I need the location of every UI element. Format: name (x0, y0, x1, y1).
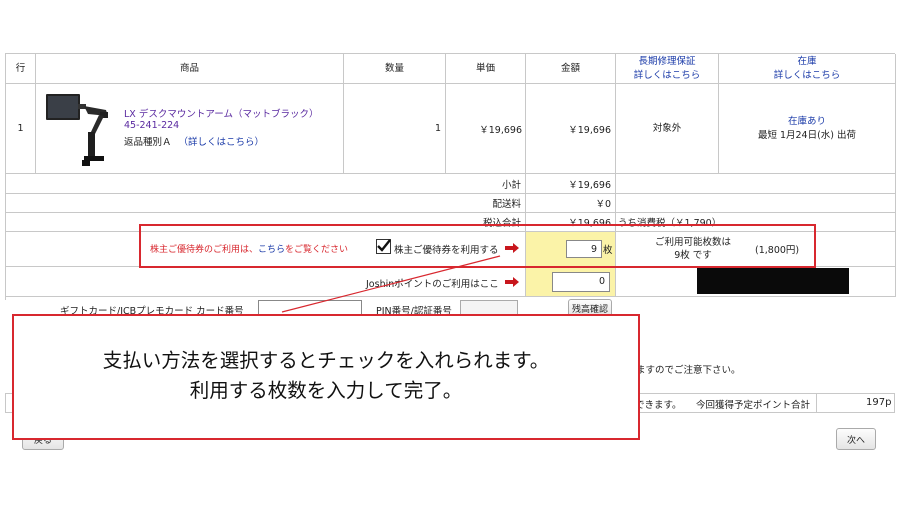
points-note: できます。 (635, 400, 682, 411)
item-product-cell: LX デスクマウントアーム（マットブラック） 45-241-224 返品種別Ａ … (36, 84, 344, 174)
header-amount: 金額 (526, 54, 616, 84)
stock-details-link[interactable]: 詳しくはこちら (774, 69, 841, 83)
stock-title-link[interactable]: 在庫 (797, 55, 816, 69)
points-total-divider (816, 393, 817, 413)
warranty-details-link[interactable]: 詳しくはこちら (634, 69, 701, 83)
header-warranty: 長期修理保証 詳しくはこちら (616, 54, 719, 84)
next-button[interactable]: 次へ (836, 428, 876, 450)
header-product: 商品 (36, 54, 344, 84)
annotation-line2: 利用する枚数を入力して完了。 (189, 379, 463, 402)
points-total-label: 今回獲得予定ポイント合計 (696, 400, 811, 411)
header-row-number: 行 (6, 54, 36, 84)
item-amount: ￥19,696 (526, 84, 616, 174)
shipping-label-cell: 配送料 (6, 194, 526, 213)
header-unit-price: 単価 (446, 54, 526, 84)
item-unit-price: ￥19,696 (446, 84, 526, 174)
header-qty: 数量 (344, 54, 446, 84)
product-image[interactable] (44, 88, 114, 168)
product-name-link[interactable]: LX デスクマウントアーム（マットブラック） (124, 106, 318, 120)
return-details-link[interactable]: （詳しくはこちら） (179, 137, 265, 148)
item-warranty: 対象外 (616, 84, 719, 174)
shipping-value: ￥0 (526, 194, 616, 213)
item-row-number: 1 (6, 84, 36, 174)
warranty-title-link[interactable]: 長期修理保証 (638, 55, 695, 69)
header-stock: 在庫 詳しくはこちら (719, 54, 896, 84)
annotation-line1: 支払い方法を選択するとチェックを入れられます。 (102, 349, 550, 372)
delivery-date: 最短 1月24日(水) 出荷 (757, 129, 857, 141)
stock-status-link[interactable]: 在庫あり (788, 115, 826, 129)
caution-note: ますのでご注意下さい。 (636, 365, 741, 376)
points-input[interactable]: 0 (552, 272, 610, 292)
points-total-value: 197p (866, 397, 892, 408)
shipping-empty (616, 194, 896, 213)
subtotal-label-cell: 小計 (6, 174, 526, 194)
annotation-callout: 支払い方法を選択するとチェックを入れられます。 利用する枚数を入力して完了。 (12, 314, 640, 440)
return-type: 返品種別Ａ （詳しくはこちら） (124, 137, 265, 148)
item-stock: 在庫あり 最短 1月24日(水) 出荷 (719, 84, 896, 174)
subtotal-value: ￥19,696 (526, 174, 616, 194)
redacted-block (697, 268, 849, 294)
annotation-pointer (281, 255, 501, 313)
item-qty: 1 (344, 84, 446, 174)
subtotal-empty (616, 174, 896, 194)
product-code: 45-241-224 (124, 120, 180, 131)
